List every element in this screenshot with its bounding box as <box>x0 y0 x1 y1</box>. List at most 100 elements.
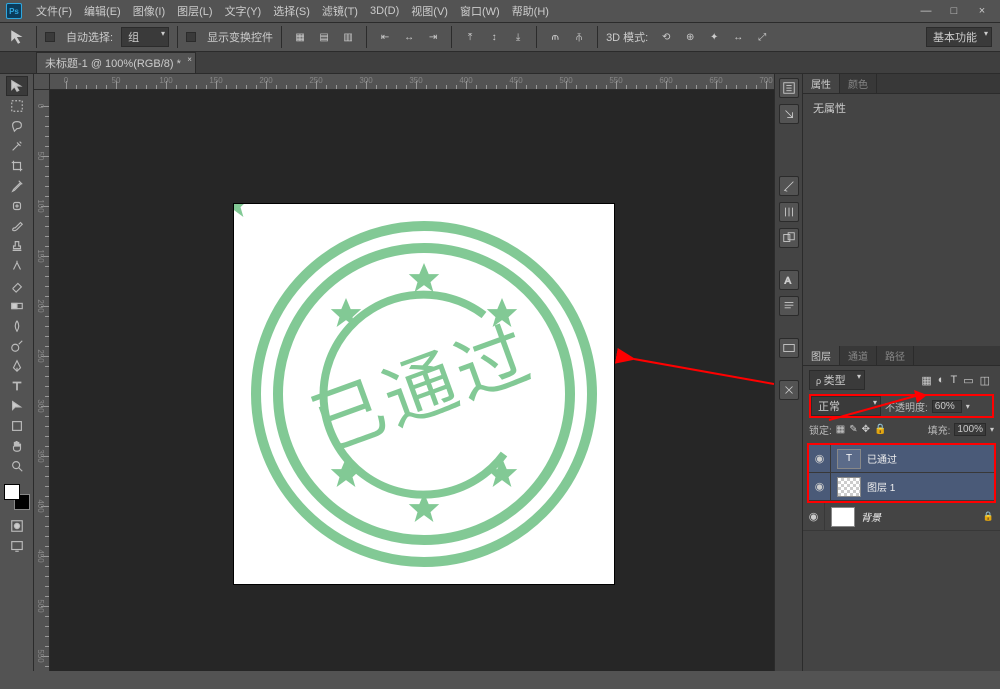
3d-icon-2[interactable]: ⊕ <box>680 27 700 47</box>
layer-row[interactable]: ◉ 背景 🔒 <box>803 503 1000 531</box>
filter-adjust-icon[interactable]: ◐ <box>938 374 945 387</box>
distribute-icon-1[interactable]: ⫙ <box>545 27 565 47</box>
tool-shape[interactable] <box>6 416 28 436</box>
tool-brush[interactable] <box>6 216 28 236</box>
3d-icon-5[interactable]: ⤢ <box>752 27 772 47</box>
tool-marquee[interactable] <box>6 96 28 116</box>
btn-minimize[interactable]: — <box>918 5 934 17</box>
tool-path-select[interactable] <box>6 396 28 416</box>
panel-icon-character[interactable]: A <box>779 270 799 290</box>
document-tab[interactable]: 未标题-1 @ 100%(RGB/8) * × <box>36 52 196 73</box>
panel-icon-tools[interactable] <box>779 380 799 400</box>
menu-window[interactable]: 窗口(W) <box>454 1 506 21</box>
chk-autoselect[interactable] <box>45 32 55 42</box>
menu-file[interactable]: 文件(F) <box>30 1 78 21</box>
tool-quickmask[interactable] <box>6 516 28 536</box>
tool-crop[interactable] <box>6 156 28 176</box>
layer-row[interactable]: ◉ T 已通过 <box>809 445 994 473</box>
layer-name[interactable]: 图层 1 <box>867 479 895 494</box>
tool-stamp[interactable] <box>6 236 28 256</box>
opacity-value[interactable]: 60% <box>932 400 962 413</box>
move-tool-icon[interactable] <box>8 27 28 47</box>
3d-icon-3[interactable]: ✦ <box>704 27 724 47</box>
tool-dodge[interactable] <box>6 336 28 356</box>
tool-eyedropper[interactable] <box>6 176 28 196</box>
visibility-icon[interactable]: ◉ <box>809 445 831 472</box>
tool-type[interactable] <box>6 376 28 396</box>
menu-select[interactable]: 选择(S) <box>267 1 316 21</box>
3d-icon-1[interactable]: ⟲ <box>656 27 676 47</box>
tab-layers[interactable]: 图层 <box>803 346 840 365</box>
btn-close[interactable]: × <box>974 5 990 17</box>
lock-move-icon[interactable]: ✥ <box>862 424 870 435</box>
chk-transform[interactable] <box>186 32 196 42</box>
ruler-vertical[interactable]: 050100150200250300350400450500550600 <box>34 90 50 671</box>
workspace-dropdown[interactable]: 基本功能 <box>926 27 992 47</box>
align-left-icon[interactable]: ⇤ <box>375 27 395 47</box>
menu-image[interactable]: 图像(I) <box>127 1 171 21</box>
tool-blur[interactable] <box>6 316 28 336</box>
tool-heal[interactable] <box>6 196 28 216</box>
align-center-h-icon[interactable]: ↔ <box>399 27 419 47</box>
visibility-icon[interactable]: ◉ <box>809 473 831 500</box>
tool-wand[interactable] <box>6 136 28 156</box>
document-tab-close[interactable]: × <box>187 55 192 64</box>
tool-zoom[interactable] <box>6 456 28 476</box>
menu-edit[interactable]: 编辑(E) <box>78 1 127 21</box>
ruler-horizontal[interactable]: 0501001502002503003504004505005506006507… <box>50 74 774 90</box>
tool-move[interactable] <box>6 76 28 96</box>
align-bottom-icon[interactable]: ⤓ <box>508 27 528 47</box>
tool-history[interactable] <box>6 256 28 276</box>
filter-smart-icon[interactable]: ◫ <box>980 374 990 387</box>
align-right-icon[interactable]: ⇥ <box>423 27 443 47</box>
artboard[interactable]: 已通过 <box>234 204 614 584</box>
tool-pen[interactable] <box>6 356 28 376</box>
blend-mode-dropdown[interactable]: 正常 <box>811 396 881 416</box>
menu-layer[interactable]: 图层(L) <box>171 1 218 21</box>
align-icon-2[interactable]: ▤ <box>314 27 334 47</box>
menu-view[interactable]: 视图(V) <box>405 1 454 21</box>
filter-type-icon[interactable]: T <box>950 374 957 387</box>
3d-icon-4[interactable]: ↔ <box>728 27 748 47</box>
tool-hand[interactable] <box>6 436 28 456</box>
panel-icon-brush[interactable] <box>779 176 799 196</box>
menu-type[interactable]: 文字(Y) <box>219 1 268 21</box>
lock-paint-icon[interactable]: ✎ <box>849 424 857 435</box>
tool-gradient[interactable] <box>6 296 28 316</box>
tool-lasso[interactable] <box>6 116 28 136</box>
canvas-area[interactable]: 0501001502002503003504004505005506006507… <box>34 74 774 671</box>
align-center-v-icon[interactable]: ↕ <box>484 27 504 47</box>
btn-maximize[interactable]: □ <box>946 5 962 17</box>
foreground-color[interactable] <box>4 484 20 500</box>
align-top-icon[interactable]: ⤒ <box>460 27 480 47</box>
distribute-icon-2[interactable]: ⫚ <box>569 27 589 47</box>
menu-3d[interactable]: 3D(D) <box>364 3 405 19</box>
align-icon-3[interactable]: ▥ <box>338 27 358 47</box>
tab-paths[interactable]: 路径 <box>877 346 914 365</box>
panel-icon-nav[interactable] <box>779 338 799 358</box>
visibility-icon[interactable]: ◉ <box>803 503 825 530</box>
panel-icon-history[interactable] <box>779 78 799 98</box>
menu-filter[interactable]: 滤镜(T) <box>316 1 364 21</box>
tab-channels[interactable]: 通道 <box>840 346 877 365</box>
align-icon-1[interactable]: ▦ <box>290 27 310 47</box>
panel-icon-arrow[interactable] <box>779 104 799 124</box>
panel-icon-clone[interactable] <box>779 228 799 248</box>
autoselect-dropdown[interactable]: 组 <box>121 27 169 47</box>
tool-eraser[interactable] <box>6 276 28 296</box>
tool-screen-mode[interactable] <box>6 536 28 556</box>
tab-color[interactable]: 颜色 <box>840 74 877 93</box>
panel-icon-brushes[interactable] <box>779 202 799 222</box>
panel-icon-paragraph[interactable] <box>779 296 799 316</box>
layer-name[interactable]: 已通过 <box>867 451 897 466</box>
color-swatch[interactable] <box>4 484 30 510</box>
fill-value[interactable]: 100% <box>954 423 986 436</box>
lock-all-icon[interactable]: 🔒 <box>874 424 886 435</box>
tab-properties[interactable]: 属性 <box>803 74 840 93</box>
layer-kind-dropdown[interactable]: ρ 类型 <box>809 370 865 390</box>
menu-help[interactable]: 帮助(H) <box>506 1 555 21</box>
filter-shape-icon[interactable]: ▭ <box>963 374 973 387</box>
layer-name[interactable]: 背景 <box>861 509 881 524</box>
lock-pixels-icon[interactable]: ▦ <box>836 424 845 435</box>
filter-pixel-icon[interactable]: ▦ <box>921 374 931 387</box>
